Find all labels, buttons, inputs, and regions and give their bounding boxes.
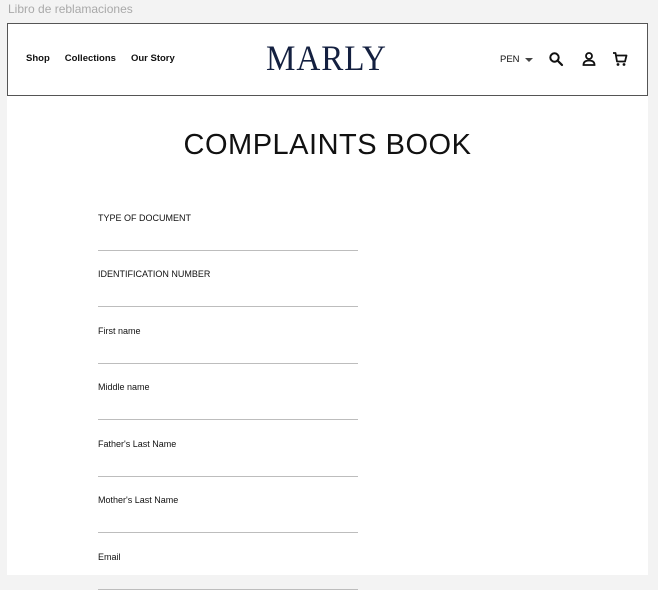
first-name-input[interactable] bbox=[98, 363, 358, 364]
fathers-last-name-field: Father's Last Name bbox=[98, 438, 358, 477]
mothers-last-name-input[interactable] bbox=[98, 532, 358, 533]
currency-label: PEN bbox=[500, 54, 520, 65]
email-label: Email bbox=[98, 552, 121, 562]
nav-shop-link[interactable]: Shop bbox=[26, 53, 50, 64]
fathers-last-name-input[interactable] bbox=[98, 476, 358, 477]
email-field: Email bbox=[98, 551, 358, 590]
complaints-form-panel: COMPLAINTS BOOK TYPE OF DOCUMENT IDENTIF… bbox=[7, 96, 648, 590]
frame-label: Libro de reblamaciones bbox=[8, 2, 133, 16]
first-name-field: First name bbox=[98, 325, 358, 364]
identification-number-field: IDENTIFICATION NUMBER bbox=[98, 268, 358, 307]
middle-name-label: Middle name bbox=[98, 382, 150, 392]
main-nav: Shop Collections Our Story bbox=[26, 53, 175, 64]
first-name-label: First name bbox=[98, 326, 141, 336]
brand-logo[interactable]: MARLY bbox=[266, 40, 387, 76]
middle-name-input[interactable] bbox=[98, 419, 358, 420]
chevron-down-icon bbox=[524, 57, 533, 62]
type-of-document-input[interactable] bbox=[98, 250, 358, 251]
type-of-document-label: TYPE OF DOCUMENT bbox=[98, 213, 192, 223]
identification-number-input[interactable] bbox=[98, 306, 358, 307]
mothers-last-name-field: Mother's Last Name bbox=[98, 494, 358, 533]
type-of-document-field: TYPE OF DOCUMENT bbox=[98, 212, 358, 251]
user-icon[interactable] bbox=[581, 51, 597, 67]
page-title: COMPLAINTS BOOK bbox=[183, 129, 472, 161]
nav-collections-link[interactable]: Collections bbox=[65, 53, 116, 64]
site-header: Shop Collections Our Story MARLY PEN bbox=[7, 23, 648, 96]
search-icon[interactable] bbox=[548, 51, 564, 67]
middle-name-field: Middle name bbox=[98, 381, 358, 420]
fathers-last-name-label: Father's Last Name bbox=[98, 439, 177, 449]
cart-icon[interactable] bbox=[612, 51, 628, 67]
identification-number-label: IDENTIFICATION NUMBER bbox=[98, 269, 211, 279]
nav-our-story-link[interactable]: Our Story bbox=[131, 53, 175, 64]
mothers-last-name-label: Mother's Last Name bbox=[98, 495, 179, 505]
currency-selector[interactable]: PEN bbox=[500, 54, 533, 65]
